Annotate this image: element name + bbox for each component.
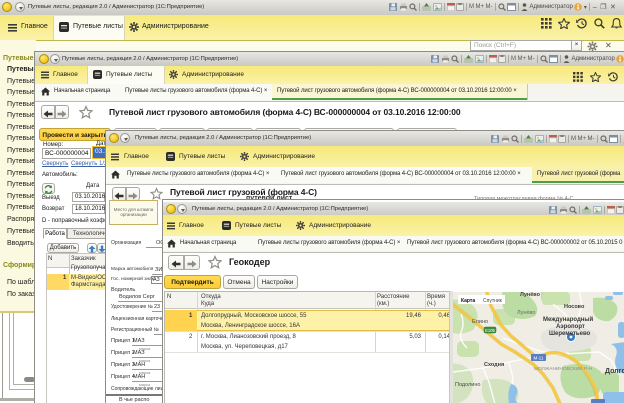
svg-text:Лунёво: Лунёво xyxy=(517,310,535,316)
svg-text:Носово: Носово xyxy=(564,304,585,310)
svg-text:Долгопр: Долгопр xyxy=(605,368,624,375)
svg-text:Международный: Международный xyxy=(543,316,593,323)
svg-text:Подолино: Подолино xyxy=(455,382,480,388)
svg-text:М-11: М-11 xyxy=(534,356,544,361)
svg-text:Шереметьево: Шереметьево xyxy=(549,331,591,337)
svg-text:Елино: Елино xyxy=(472,319,488,325)
svg-text:Сходня: Сходня xyxy=(484,362,504,368)
svg-text:Аэропорт: Аэропорт xyxy=(556,324,585,330)
svg-text:Спутник: Спутник xyxy=(483,298,503,304)
svg-text:E105: E105 xyxy=(485,328,495,333)
svg-text:Лунёво: Лунёво xyxy=(520,292,541,298)
svg-text:Карта: Карта xyxy=(461,298,475,304)
